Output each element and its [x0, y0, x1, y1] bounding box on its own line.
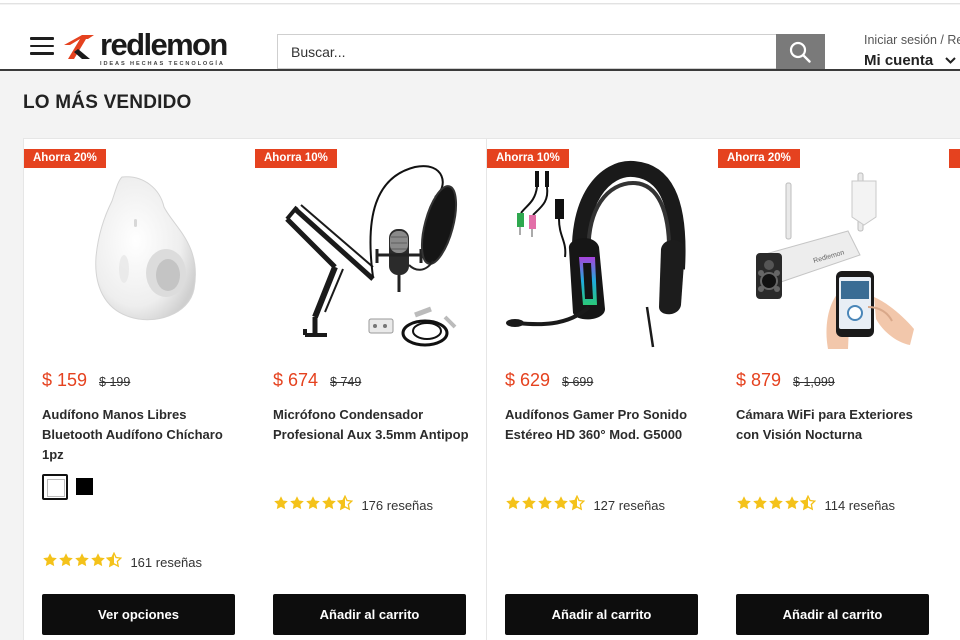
brand-tagline: IDEAS HECHAS TECNOLOGÍA — [100, 61, 225, 67]
product-image[interactable] — [497, 157, 709, 353]
price: $ 629 $ 699 — [505, 370, 593, 391]
search-bar — [277, 34, 825, 69]
star-rating-icon — [42, 552, 122, 573]
current-price: $ 629 — [505, 370, 551, 390]
search-button[interactable] — [776, 34, 825, 69]
section-title: LO MÁS VENDIDO — [23, 92, 192, 113]
search-input[interactable] — [277, 34, 777, 69]
review-count: 176 reseñas — [361, 498, 434, 513]
product-image[interactable] — [34, 157, 246, 353]
product-card: Ahorra 10% — [255, 139, 487, 640]
original-price: $ 699 — [562, 375, 594, 389]
original-price: $ 1,099 — [793, 375, 835, 389]
product-card: Ahorra 10% — [487, 139, 719, 640]
product-card: Ahorra 20% Redlemon $ 879 $ 1,099 Cámara… — [718, 139, 950, 640]
login-link[interactable]: Iniciar sesión / Re — [864, 32, 960, 48]
original-price: $ 199 — [99, 375, 131, 389]
product-name[interactable]: Audífonos Gamer Pro Sonido Estéreo HD 36… — [505, 405, 705, 445]
product-image[interactable]: Redlemon — [728, 157, 940, 353]
product-name[interactable]: Cámara WiFi para Exteriores con Visión N… — [736, 405, 936, 445]
original-price: $ 749 — [330, 375, 362, 389]
current-price: $ 674 — [273, 370, 319, 390]
product-name[interactable]: Micrófono Condensador Profesional Aux 3.… — [273, 405, 473, 445]
rating[interactable]: 127 reseñas — [505, 495, 665, 513]
product-image[interactable] — [265, 157, 477, 353]
logo-mark-icon — [64, 35, 94, 59]
my-account-button[interactable]: Mi cuenta — [864, 52, 960, 70]
discount-badge-partial — [949, 149, 960, 168]
rating[interactable]: 161 reseñas — [42, 552, 202, 570]
search-icon — [789, 41, 811, 63]
product-card-partial — [949, 139, 960, 640]
star-rating-icon — [273, 495, 353, 516]
swatch-black[interactable] — [76, 478, 93, 495]
swatch-white[interactable] — [42, 474, 68, 500]
add-to-cart-button[interactable]: Añadir al carrito — [736, 594, 929, 635]
rating[interactable]: 176 reseñas — [273, 495, 433, 513]
add-to-cart-button[interactable]: Añadir al carrito — [505, 594, 698, 635]
current-price: $ 159 — [42, 370, 88, 390]
star-rating-icon — [736, 495, 816, 516]
review-count: 127 reseñas — [593, 498, 666, 513]
price: $ 674 $ 749 — [273, 370, 361, 391]
brand-logo[interactable]: redlemon IDEAS HECHAS TECNOLOGÍA — [62, 29, 242, 71]
product-name[interactable]: Audífono Manos Libres Bluetooth Audífono… — [42, 405, 242, 465]
price: $ 879 $ 1,099 — [736, 370, 835, 391]
view-options-button[interactable]: Ver opciones — [42, 594, 235, 635]
brand-name: redlemon — [100, 27, 228, 62]
chevron-down-icon — [945, 57, 957, 64]
product-grid: Ahorra 20% $ 159 $ 199 Audífono Manos Lib… — [23, 138, 960, 640]
my-account-label: Mi cuenta — [864, 52, 934, 69]
review-count: 114 reseñas — [824, 498, 896, 513]
top-strip — [0, 0, 960, 4]
current-price: $ 879 — [736, 370, 782, 390]
menu-icon[interactable] — [30, 37, 54, 55]
review-count: 161 reseñas — [130, 555, 203, 570]
star-rating-icon — [505, 495, 585, 516]
add-to-cart-button[interactable]: Añadir al carrito — [273, 594, 466, 635]
account-menu: Iniciar sesión / Re Mi cuenta — [864, 32, 960, 72]
site-header: redlemon IDEAS HECHAS TECNOLOGÍA Iniciar… — [0, 5, 960, 71]
price: $ 159 $ 199 — [42, 370, 130, 391]
product-card: Ahorra 20% $ 159 $ 199 Audífono Manos Lib… — [24, 139, 256, 640]
rating[interactable]: 114 reseñas — [736, 495, 895, 513]
